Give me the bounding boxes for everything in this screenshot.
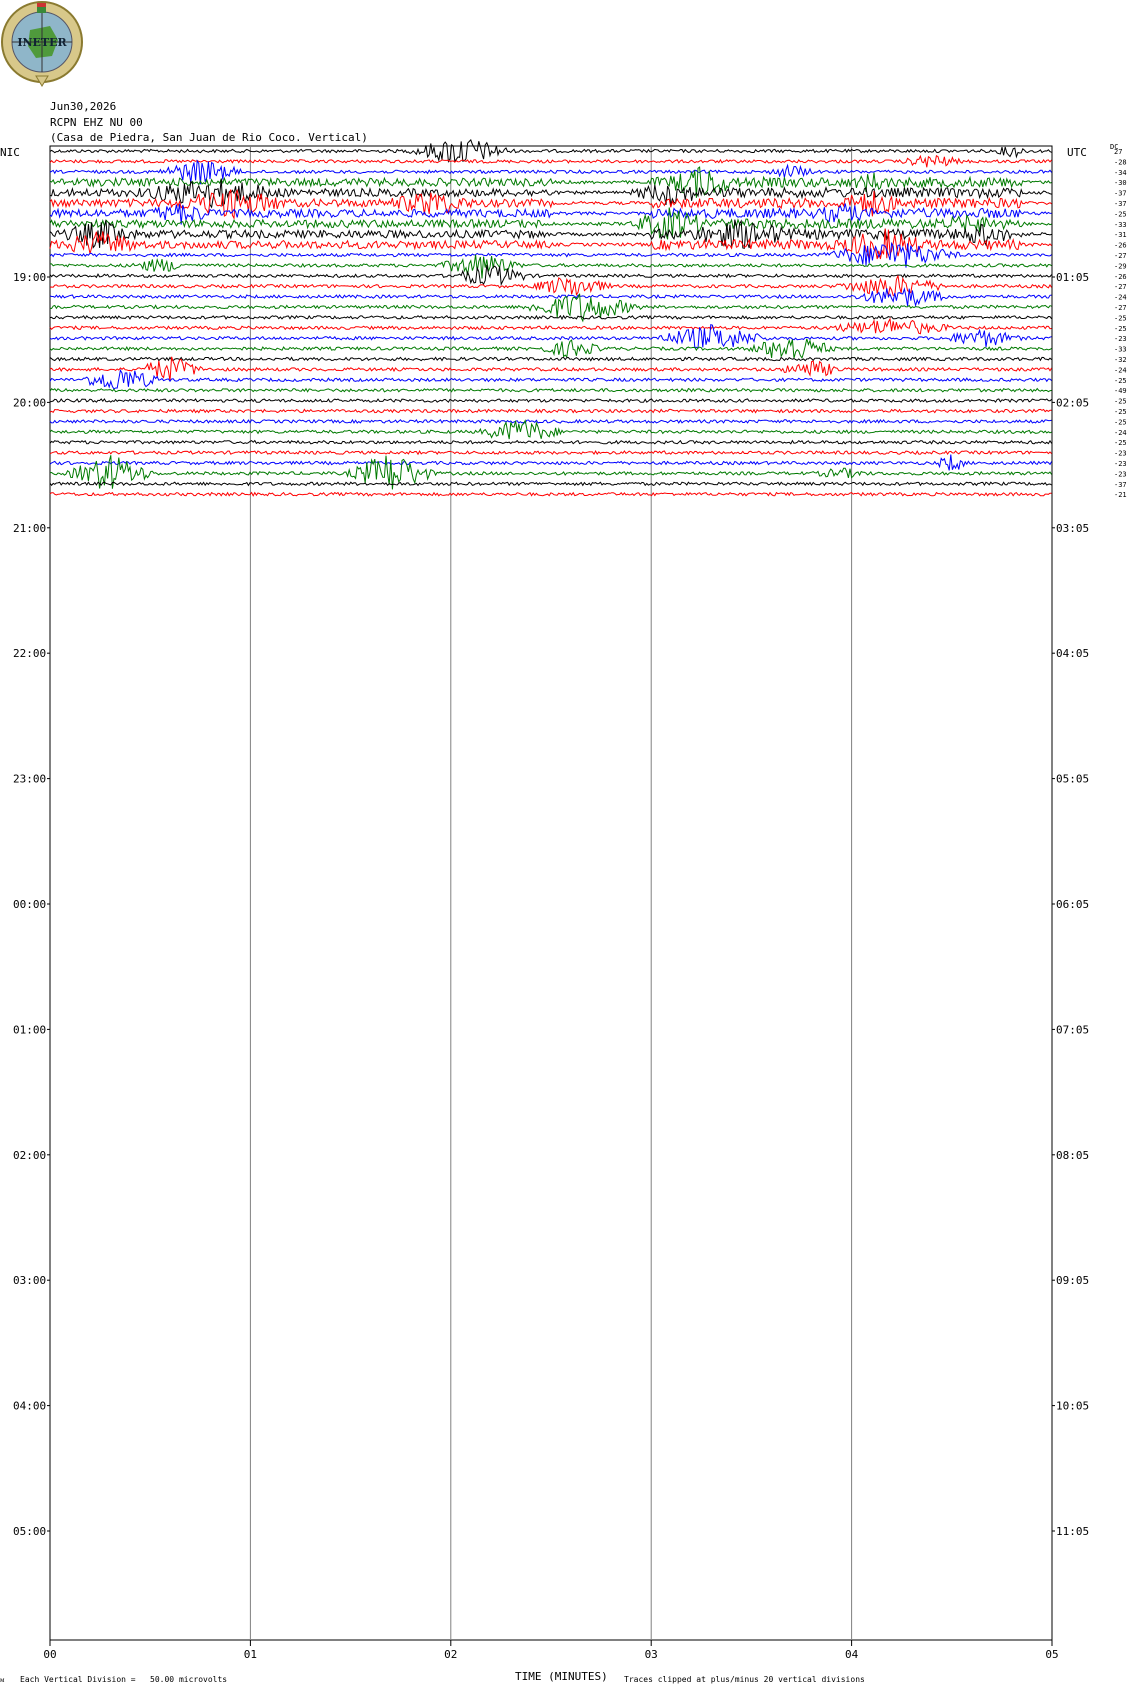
dc-offset-label: -29 bbox=[1114, 262, 1127, 270]
seismic-trace bbox=[49, 491, 1052, 497]
dc-offset-label: -25 bbox=[1114, 398, 1127, 406]
y-tick-label-left: 02:00 bbox=[13, 1149, 46, 1162]
seismic-trace bbox=[49, 317, 1052, 335]
y-tick-label-right: 05:05 bbox=[1056, 773, 1089, 786]
dc-offset-label: -24 bbox=[1114, 429, 1127, 437]
dc-offset-label: -49 bbox=[1114, 387, 1127, 395]
dc-offset-label: -23 bbox=[1114, 335, 1127, 343]
y-tick-label-right: 01:05 bbox=[1056, 271, 1089, 284]
dc-offset-label: -25 bbox=[1114, 314, 1127, 322]
y-tick-label-left: 22:00 bbox=[13, 647, 46, 660]
y-tick-label-right: 08:05 bbox=[1056, 1149, 1089, 1162]
dc-offset-label: -31 bbox=[1114, 231, 1127, 239]
dc-offset-label: -27 bbox=[1114, 304, 1127, 312]
seismic-trace bbox=[49, 138, 1052, 163]
helicorder-plot: 00 01 02 03 04 05 19:00 20:00 21:00 22:00 23:00 00:… bbox=[13, 138, 1127, 1661]
dc-offset-label: -25 bbox=[1114, 325, 1127, 333]
y-tick-label-right: 03:05 bbox=[1056, 522, 1089, 535]
seismic-trace bbox=[49, 154, 1052, 168]
dc-offset-label: -37 bbox=[1114, 481, 1127, 489]
seismic-trace bbox=[49, 481, 1052, 487]
x-tick-label: 05 bbox=[1045, 1648, 1058, 1661]
x-axis-title: TIME (MINUTES) bbox=[515, 1670, 608, 1683]
seismic-trace bbox=[49, 454, 1053, 471]
seismic-trace bbox=[49, 418, 1052, 424]
y-tick-label-left: 03:00 bbox=[13, 1274, 46, 1287]
y-tick-label-right: 10:05 bbox=[1056, 1400, 1089, 1413]
dc-offset-label: -23 bbox=[1114, 450, 1127, 458]
y-tick-label-right: 02:05 bbox=[1056, 396, 1089, 409]
y-tick-label-left: 19:00 bbox=[13, 271, 46, 284]
seismic-trace bbox=[49, 314, 1053, 321]
dc-offset-label: -37 bbox=[1114, 200, 1127, 208]
dc-offset-label: -23 bbox=[1114, 470, 1127, 478]
dc-offset-label: -24 bbox=[1114, 294, 1127, 302]
vertical-division-note: Each Vertical Division = 50.00 microvolt… bbox=[20, 1675, 228, 1684]
x-tick-label: 02 bbox=[444, 1648, 457, 1661]
y-tick-label-left: 00:00 bbox=[13, 898, 46, 911]
y-tick-label-left: 23:00 bbox=[13, 773, 46, 786]
dc-offset-label: -21 bbox=[1114, 491, 1127, 499]
seismic-trace bbox=[49, 356, 1053, 382]
clip-note: Traces clipped at plus/minus 20 vertical… bbox=[624, 1675, 865, 1684]
seismic-trace bbox=[49, 387, 1052, 393]
dc-offset-label: -27 bbox=[1114, 283, 1127, 291]
dc-offset-label: -26 bbox=[1114, 273, 1127, 281]
dc-offset-label: -25 bbox=[1114, 377, 1127, 385]
x-tick-label: 00 bbox=[43, 1648, 56, 1661]
y-tick-label-left: 20:00 bbox=[13, 396, 46, 409]
x-tick-label: 03 bbox=[645, 1648, 658, 1661]
dc-offset-label: -33 bbox=[1114, 346, 1127, 354]
y-tick-label-left: 21:00 bbox=[13, 522, 46, 535]
seismic-trace bbox=[49, 264, 1052, 287]
seismic-trace bbox=[49, 356, 1052, 362]
dc-offset-label: -28 bbox=[1114, 158, 1127, 166]
dc-offset-label: -25 bbox=[1114, 210, 1127, 218]
seismic-trace bbox=[49, 439, 1053, 445]
x-tick-label: 04 bbox=[845, 1648, 859, 1661]
dc-offset-label: -27 bbox=[1114, 252, 1127, 260]
dc-offset-label: -32 bbox=[1114, 356, 1127, 364]
dc-offset-label: 27 bbox=[1114, 148, 1122, 156]
y-tick-label-right: 04:05 bbox=[1056, 647, 1089, 660]
corner-mark: ᴍ bbox=[0, 1676, 5, 1684]
dc-offset-label: -26 bbox=[1114, 242, 1127, 250]
dc-offset-label: -34 bbox=[1114, 169, 1127, 177]
dc-offset-label: -37 bbox=[1114, 190, 1127, 198]
y-tick-label-right: 07:05 bbox=[1056, 1023, 1089, 1036]
y-tick-label-right: 06:05 bbox=[1056, 898, 1089, 911]
seismic-trace bbox=[49, 408, 1052, 414]
y-tick-label-left: 04:00 bbox=[13, 1400, 46, 1413]
seismic-trace bbox=[49, 398, 1052, 403]
dc-offset-label: -25 bbox=[1114, 408, 1127, 416]
y-tick-label-right: 09:05 bbox=[1056, 1274, 1089, 1287]
y-tick-label-left: 01:00 bbox=[13, 1023, 46, 1036]
seismic-trace bbox=[49, 450, 1052, 456]
dc-offset-label: -23 bbox=[1114, 460, 1127, 468]
seismic-trace bbox=[49, 419, 1052, 440]
dc-offset-label: -25 bbox=[1114, 439, 1127, 447]
dc-offset-label: -25 bbox=[1114, 418, 1127, 426]
y-tick-label-left: 05:00 bbox=[13, 1525, 46, 1538]
dc-offset-label: -24 bbox=[1114, 366, 1127, 374]
seismic-trace bbox=[49, 275, 1053, 297]
seismic-trace bbox=[49, 368, 1052, 390]
seismic-trace bbox=[49, 338, 1052, 359]
dc-offset-label: -30 bbox=[1114, 179, 1127, 187]
x-tick-label: 01 bbox=[244, 1648, 257, 1661]
dc-offset-label: -33 bbox=[1114, 221, 1127, 229]
y-tick-label-right: 11:05 bbox=[1056, 1525, 1089, 1538]
